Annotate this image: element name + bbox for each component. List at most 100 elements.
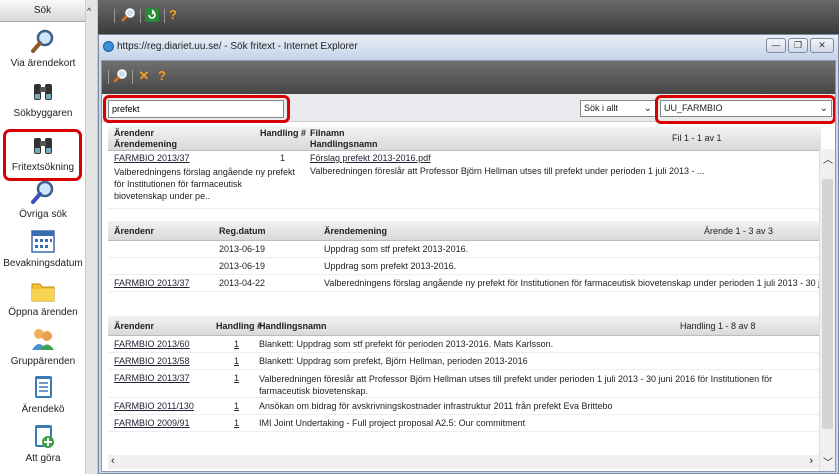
minimize-button[interactable]: — xyxy=(766,38,786,53)
case-row: 2013-06-19 Uppdrag som stf prefekt 2013-… xyxy=(108,241,821,258)
help-icon[interactable]: ? xyxy=(154,68,170,84)
arendenr-link[interactable]: FARMBIO 2013/37 xyxy=(114,153,190,164)
col-header-regdatum: Reg.datum xyxy=(219,226,266,236)
sidebar-item-bevakningsdatum[interactable]: Bevakningsdatum xyxy=(0,226,86,274)
chevron-down-icon[interactable]: ﹀ xyxy=(823,454,833,469)
folder-icon xyxy=(31,283,55,302)
app-toolbar: ? xyxy=(98,0,839,34)
file-link[interactable]: Förslag prefekt 2013-2016.pdf xyxy=(310,153,431,164)
scope-select[interactable]: Sök i allt ⌄ xyxy=(580,100,656,117)
document-row: FARMBIO 2009/91 1 IMI Joint Undertaking … xyxy=(108,415,821,432)
sidebar-collapse-bar[interactable]: ^ xyxy=(86,0,98,474)
search-toolbar: ✕ ? xyxy=(102,61,835,94)
arendemening-text: Uppdrag som prefekt 2013-2016. xyxy=(324,261,457,271)
sidebar-item-label: Öppna ärenden xyxy=(8,307,78,318)
sidebar-item-label: Via ärendekort xyxy=(10,58,76,69)
close-button[interactable]: ✕ xyxy=(810,38,834,53)
documents-section: Ärendenr Handling # Handlingsnamn Handli… xyxy=(108,316,821,432)
arendenr-link[interactable]: FARMBIO 2013/37 xyxy=(114,278,190,289)
sidebar-item-att-gora[interactable]: Att göra xyxy=(0,421,86,469)
horizontal-scrollbar[interactable]: ‹ › xyxy=(108,455,819,469)
vertical-scrollbar[interactable]: ︿ ﹀ xyxy=(819,149,835,471)
handling-link[interactable]: 1 xyxy=(234,401,239,412)
sidebar-item-oppna-arenden[interactable]: Öppna ärenden xyxy=(0,275,86,323)
regdatum: 2013-04-22 xyxy=(219,278,266,288)
toolbar-separator xyxy=(114,9,115,23)
handling-link[interactable]: 1 xyxy=(234,418,239,429)
scope-select-value: Sök i allt xyxy=(584,103,619,113)
toolbar-separator xyxy=(140,9,141,23)
document-row: FARMBIO 2013/60 1 Blankett: Uppdrag som … xyxy=(108,336,821,353)
file-row: FARMBIO 2013/37 1 Förslag prefekt 2013-2… xyxy=(108,151,821,209)
col-header-handlingsnamn: Handlingsnamn xyxy=(259,321,327,331)
chevron-down-icon: ⌄ xyxy=(643,103,652,114)
handling-link[interactable]: 1 xyxy=(234,339,239,350)
sidebar-item-arendeko[interactable]: Ärendekö xyxy=(0,372,86,420)
search-icon[interactable] xyxy=(120,7,136,23)
files-header: Ärendenr Ärendemening Handling # Filnamn… xyxy=(108,127,821,151)
help-icon[interactable]: ? xyxy=(165,7,181,23)
col-header-arendemening: Ärendemening xyxy=(114,139,178,149)
add-document-icon xyxy=(35,425,54,448)
sidebar-item-grupparenden[interactable]: Gruppärenden xyxy=(0,324,86,372)
arendenr-link[interactable]: FARMBIO 2013/58 xyxy=(114,356,190,367)
handlingsnamn-text: Blankett: Uppdrag som stf prefekt för pe… xyxy=(259,339,554,349)
col-header-arendenr: Ärendenr xyxy=(114,226,155,236)
regdatum: 2013-06-19 xyxy=(219,244,266,254)
col-header-handlingsnamn: Handlingsnamn xyxy=(310,139,378,149)
filter-bar: Sök i allt ⌄ UU_FARMBIO ⌄ xyxy=(102,94,835,124)
sidebar-item-label: Ärendekö xyxy=(21,404,65,415)
sidebar-item-via-arendekort[interactable]: Via ärendekort xyxy=(0,26,86,74)
result-count: Fil 1 - 1 av 1 xyxy=(672,133,722,143)
toolbar-separator xyxy=(108,70,109,84)
binoculars-icon xyxy=(34,84,52,100)
handling-link[interactable]: 1 xyxy=(234,373,239,384)
restore-button[interactable]: ❐ xyxy=(788,38,808,53)
document-row: FARMBIO 2013/58 1 Blankett: Uppdrag som … xyxy=(108,353,821,370)
chevron-up-icon[interactable]: ︿ xyxy=(823,151,833,166)
toolbar-separator xyxy=(132,70,133,84)
sidebar-item-ovriga-sok[interactable]: Övriga sök xyxy=(0,177,86,225)
arendemening-text: Valberedningens förslag angående ny pref… xyxy=(114,167,295,201)
search-icon[interactable] xyxy=(112,68,128,84)
handlingsnamn-text: Valberedningen föreslår att Professor Bj… xyxy=(310,166,705,176)
window-title: https://reg.diariet.uu.se/ - Sök fritext… xyxy=(117,41,358,52)
highlight-box-fritextsokning xyxy=(3,129,82,181)
document-row: FARMBIO 2011/130 1 Ansökan om bidrag för… xyxy=(108,398,821,415)
window-titlebar: https://reg.diariet.uu.se/ - Sök fritext… xyxy=(99,35,838,59)
handlingsnamn-text: IMI Joint Undertaking - Full project pro… xyxy=(259,418,526,428)
sidebar-item-sokbyggaren[interactable]: Sökbyggaren xyxy=(0,76,86,124)
sidebar-item-label: Sökbyggaren xyxy=(13,108,73,119)
highlight-box-search xyxy=(103,95,290,123)
magnifier-icon xyxy=(31,29,54,53)
result-count: Handling 1 - 8 av 8 xyxy=(680,321,756,331)
sidebar-item-label: Övriga sök xyxy=(19,209,67,220)
calendar-icon xyxy=(31,230,55,253)
refresh-icon[interactable] xyxy=(144,7,160,23)
result-count: Ärende 1 - 3 av 3 xyxy=(704,226,774,236)
ie-window: https://reg.diariet.uu.se/ - Sök fritext… xyxy=(98,34,839,474)
arendenr-link[interactable]: FARMBIO 2009/91 xyxy=(114,418,190,429)
document-list-icon xyxy=(35,376,52,398)
ie-globe-icon xyxy=(103,41,114,52)
chevron-up-icon: ^ xyxy=(87,6,92,16)
chevron-right-icon[interactable]: › xyxy=(809,455,813,467)
arendenr-link[interactable]: FARMBIO 2013/60 xyxy=(114,339,190,350)
col-header-arendemening: Ärendemening xyxy=(324,226,388,236)
cases-header: Ärendenr Reg.datum Ärendemening Ärende 1… xyxy=(108,221,821,241)
scrollbar-thumb[interactable] xyxy=(822,179,833,429)
sidebar-item-label: Bevakningsdatum xyxy=(3,258,83,269)
documents-header: Ärendenr Handling # Handlingsnamn Handli… xyxy=(108,316,821,336)
col-header-handling: Handling # xyxy=(260,128,307,138)
handling-number: 1 xyxy=(280,153,286,163)
ie-content: ✕ ? Sök i allt ⌄ UU_FARMBIO ⌄ Ärendenr Ä… xyxy=(101,60,836,472)
arendenr-link[interactable]: FARMBIO 2013/37 xyxy=(114,373,190,384)
handling-link[interactable]: 1 xyxy=(234,356,239,367)
arendenr-link[interactable]: FARMBIO 2011/130 xyxy=(114,401,194,412)
close-icon[interactable]: ✕ xyxy=(136,68,152,84)
col-header-filnamn: Filnamn xyxy=(310,128,345,138)
chevron-left-icon[interactable]: ‹ xyxy=(111,455,115,467)
case-row: 2013-06-19 Uppdrag som prefekt 2013-2016… xyxy=(108,258,821,275)
handlingsnamn-text: Blankett: Uppdrag som prefekt, Björn Hel… xyxy=(259,356,528,366)
people-icon xyxy=(32,329,54,350)
